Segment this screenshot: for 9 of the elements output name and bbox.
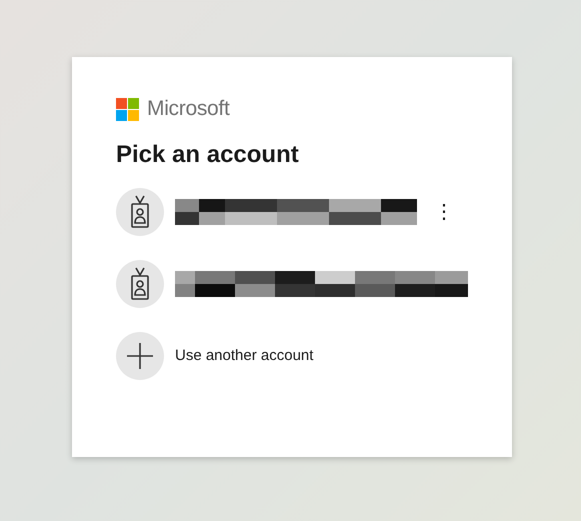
badge-person-icon [129,267,151,301]
brand-name: Microsoft [147,97,230,121]
logo-icon [116,98,139,120]
use-another-account-link[interactable]: Use another account [175,344,314,368]
add-avatar[interactable] [116,332,164,380]
badge-person-icon [129,195,151,229]
plus-icon [127,343,153,369]
more-options-button[interactable]: ⋮ [428,202,460,222]
page-title: Pick an account [116,140,300,170]
